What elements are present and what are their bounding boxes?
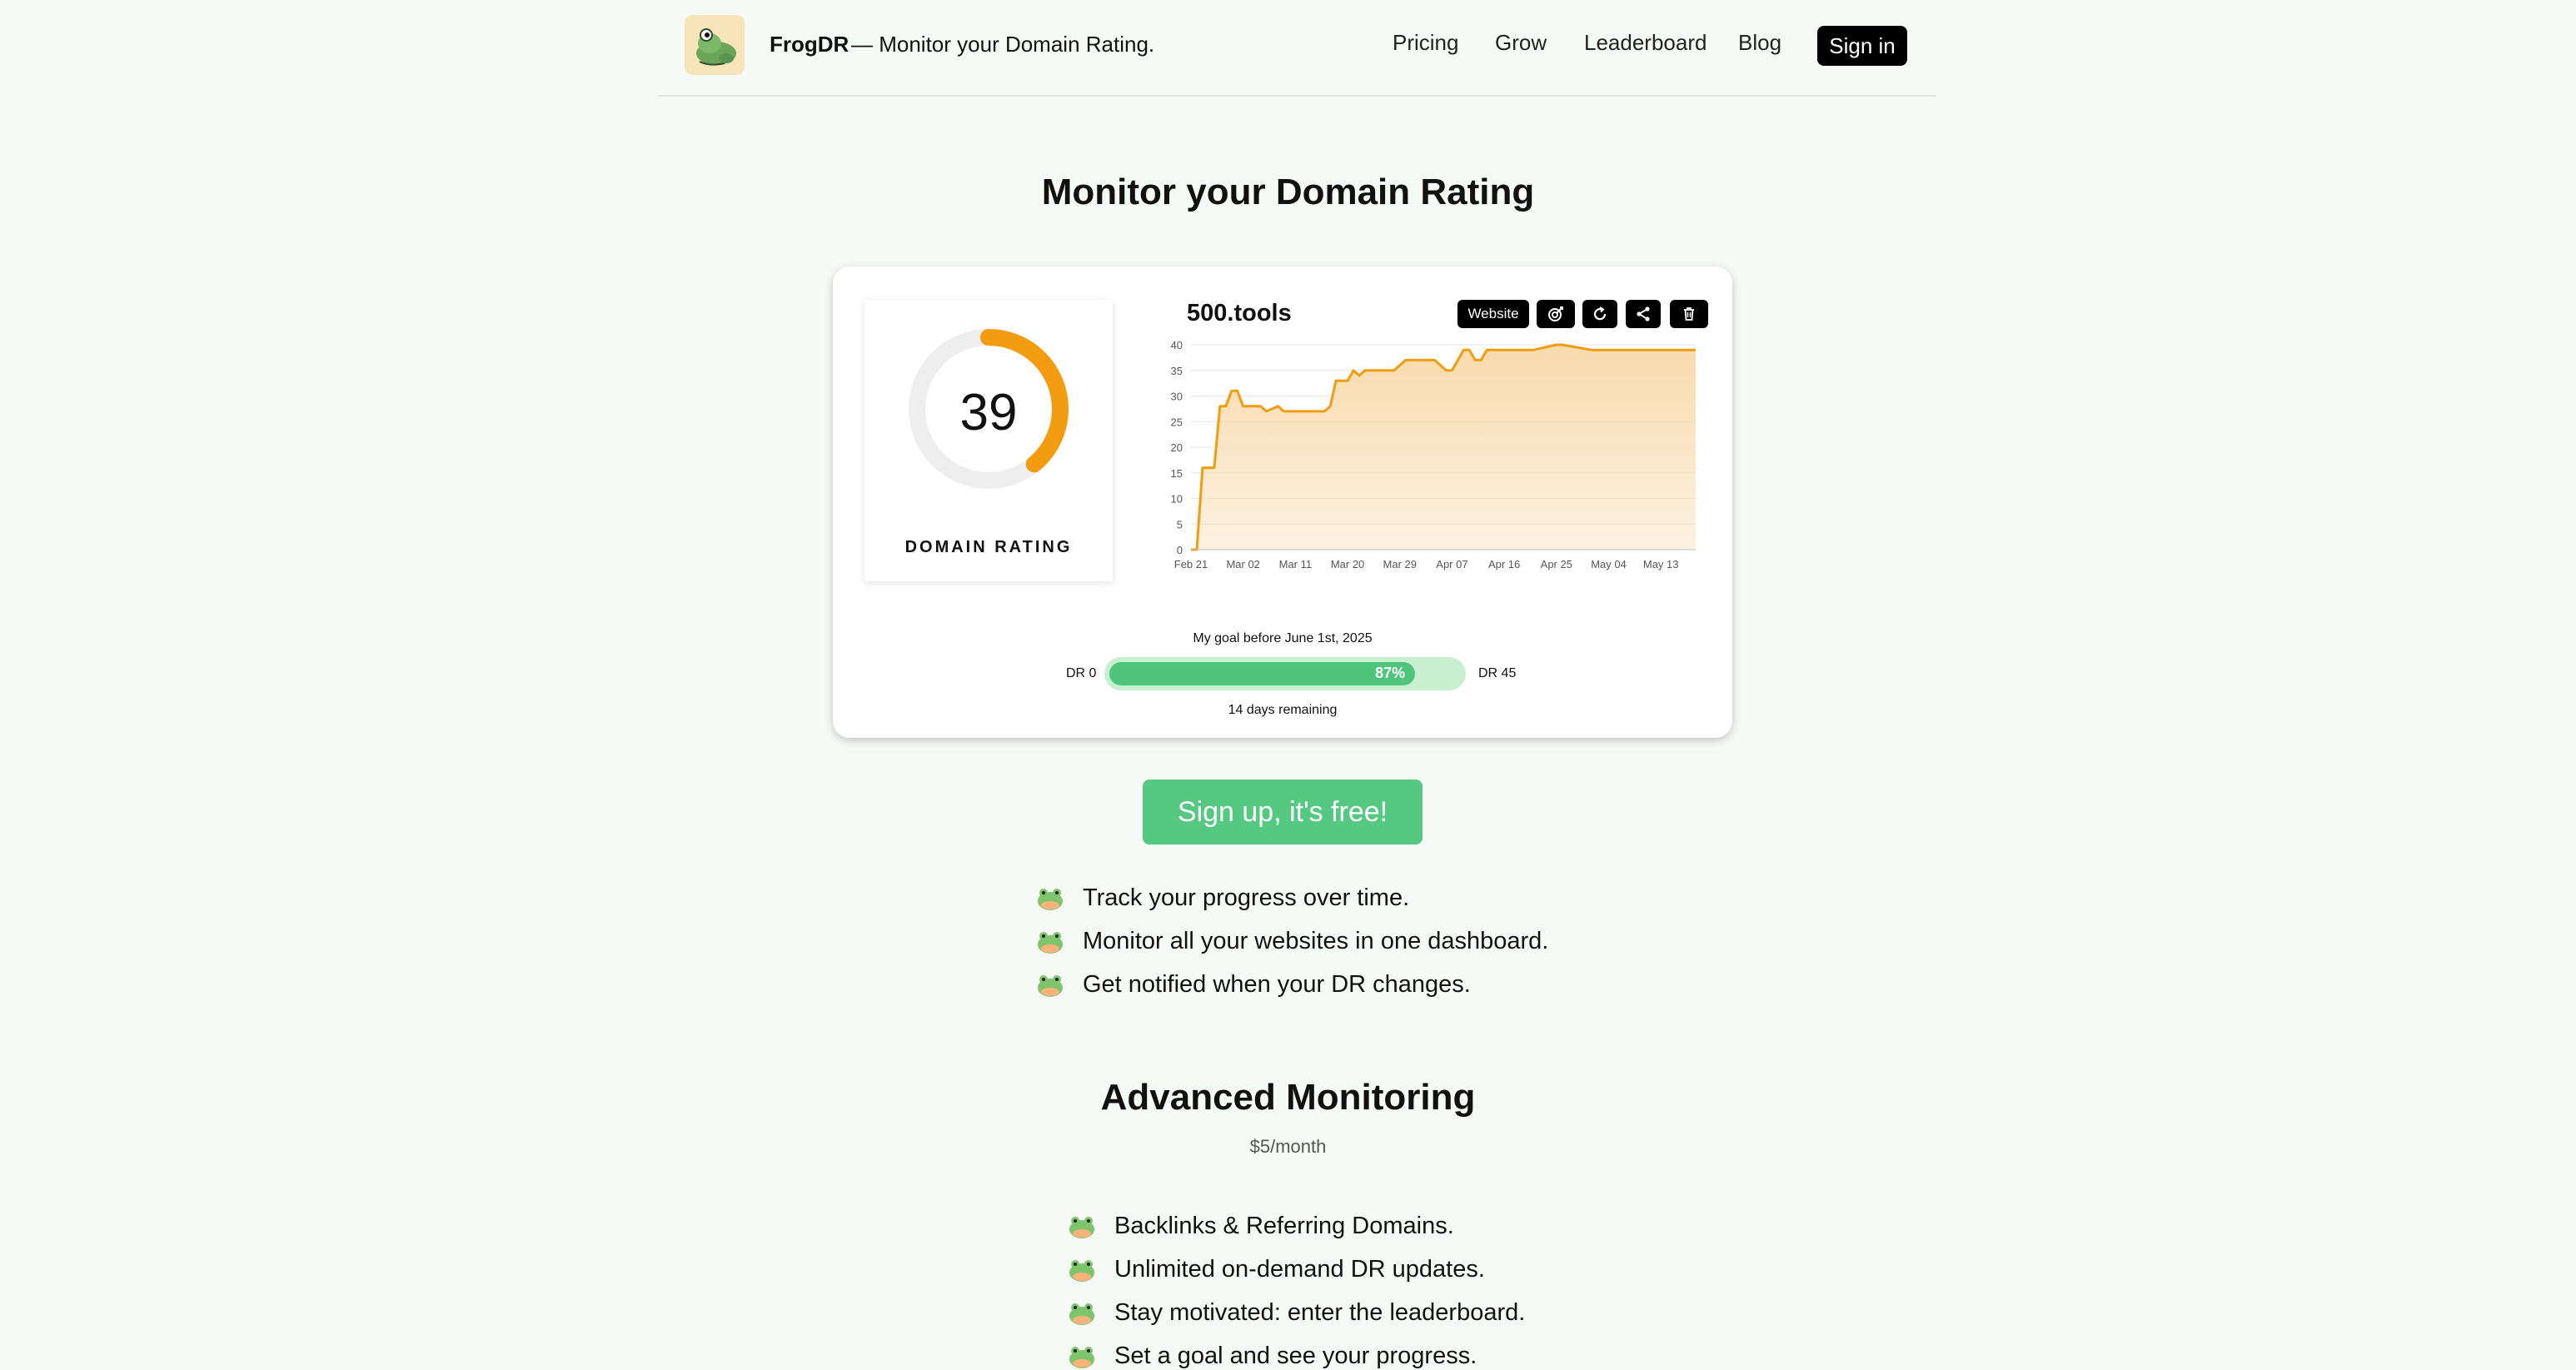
feature-text: Backlinks & Referring Domains. [1114, 1213, 1454, 1239]
y-tick-label: 35 [1171, 365, 1183, 377]
advanced-price: $5/month [1249, 1136, 1327, 1157]
advanced-feature-item: Backlinks & Referring Domains. [1068, 1213, 1454, 1240]
x-tick-label: Mar 29 [1383, 558, 1417, 570]
feature-item: Monitor all your websites in one dashboa… [1036, 928, 1548, 955]
goal-percent: 87% [1375, 665, 1406, 681]
frog-icon [1069, 1346, 1094, 1368]
feature-item: Track your progress over time. [1036, 884, 1409, 912]
y-tick-label: 20 [1171, 441, 1183, 454]
feature-item: Get notified when your DR changes. [1036, 971, 1471, 999]
series-area [1191, 345, 1696, 550]
goal-end-label: DR 45 [1478, 666, 1517, 680]
goal-title: My goal before June 1st, 2025 [1193, 631, 1373, 645]
site-header: FrogDR — Monitor your Domain Rating. Pri… [658, 0, 1936, 97]
x-tick-label: Feb 21 [1174, 558, 1208, 570]
frog-icon [1069, 1259, 1094, 1282]
nav-blog[interactable]: Blog [1738, 30, 1781, 56]
frog-logo-icon[interactable] [685, 15, 745, 75]
trash-icon [1684, 307, 1694, 321]
goal-progress-bar: 87% [1104, 657, 1466, 690]
feature-text: Track your progress over time. [1083, 884, 1410, 911]
nav-grow[interactable]: Grow [1495, 30, 1547, 56]
x-tick-label: May 13 [1643, 558, 1679, 570]
share-button[interactable] [1626, 300, 1661, 328]
feature-text: Stay motivated: enter the leaderboard. [1114, 1299, 1526, 1326]
frog-icon [1069, 1216, 1094, 1238]
share-icon [1637, 306, 1650, 321]
domain-rating-box: 39 DOMAIN RATING [864, 300, 1113, 581]
frog-icon [1069, 1303, 1094, 1325]
x-tick-label: Apr 25 [1541, 558, 1572, 570]
goal-start-label: DR 0 [1066, 666, 1097, 680]
brand-name[interactable]: FrogDR [770, 32, 849, 57]
x-tick-label: Mar 11 [1279, 558, 1313, 570]
domain-rating-value: 39 [959, 384, 1018, 441]
signup-button[interactable]: Sign up, it's free! [1143, 780, 1423, 844]
advanced-title: Advanced Monitoring [1100, 1077, 1476, 1118]
x-tick-label: Mar 20 [1331, 558, 1364, 570]
y-tick-label: 25 [1171, 416, 1183, 428]
feature-text: Get notified when your DR changes. [1083, 971, 1471, 998]
signin-button[interactable]: Sign in [1817, 26, 1907, 66]
delete-button[interactable] [1670, 300, 1708, 328]
brand-tagline: — Monitor your Domain Rating. [851, 32, 1155, 57]
frog-icon [1038, 974, 1063, 997]
page-title: Monitor your Domain Rating [1041, 172, 1535, 212]
frog-icon [1038, 888, 1063, 910]
demo-card: 39 DOMAIN RATING 500.tools Website 0 5 10 1… [833, 267, 1732, 738]
advanced-feature-item: Unlimited on-demand DR updates. [1068, 1256, 1485, 1283]
advanced-feature-item: Set a goal and see your progress. [1068, 1343, 1477, 1370]
domain-rating-label: DOMAIN RATING [904, 538, 1073, 556]
y-tick-label: 0 [1177, 544, 1183, 556]
x-tick-label: Apr 16 [1488, 558, 1520, 570]
x-tick-label: Mar 02 [1226, 558, 1259, 570]
frog-icon [1038, 931, 1063, 954]
feature-text: Set a goal and see your progress. [1114, 1343, 1477, 1369]
refresh-button[interactable] [1582, 300, 1617, 328]
advanced-feature-item: Stay motivated: enter the leaderboard. [1068, 1299, 1525, 1327]
domain-rating-chart: 0 5 10 15 20 25 30 35 40 Feb 21 Mar 02 Mar 11 Mar 20… [1171, 339, 1696, 570]
feature-text: Monitor all your websites in one dashboa… [1083, 928, 1549, 954]
goal-progress-fill: 87% [1109, 662, 1416, 685]
website-button[interactable]: Website [1457, 300, 1529, 328]
refresh-icon [1593, 306, 1607, 321]
y-tick-label: 30 [1171, 391, 1183, 403]
y-tick-label: 15 [1171, 467, 1183, 480]
y-tick-label: 40 [1171, 339, 1183, 351]
target-button[interactable] [1537, 300, 1575, 328]
feature-text: Unlimited on-demand DR updates. [1114, 1256, 1485, 1283]
nav-leaderboard[interactable]: Leaderboard [1584, 30, 1707, 56]
nav-pricing[interactable]: Pricing [1393, 30, 1458, 56]
x-tick-label: Apr 07 [1436, 558, 1467, 570]
goal-remaining: 14 days remaining [1228, 703, 1338, 717]
y-tick-label: 5 [1177, 518, 1183, 531]
target-icon [1548, 306, 1563, 321]
site-name: 500.tools [1187, 300, 1292, 326]
y-tick-label: 10 [1171, 493, 1183, 506]
x-tick-label: May 04 [1591, 558, 1627, 570]
